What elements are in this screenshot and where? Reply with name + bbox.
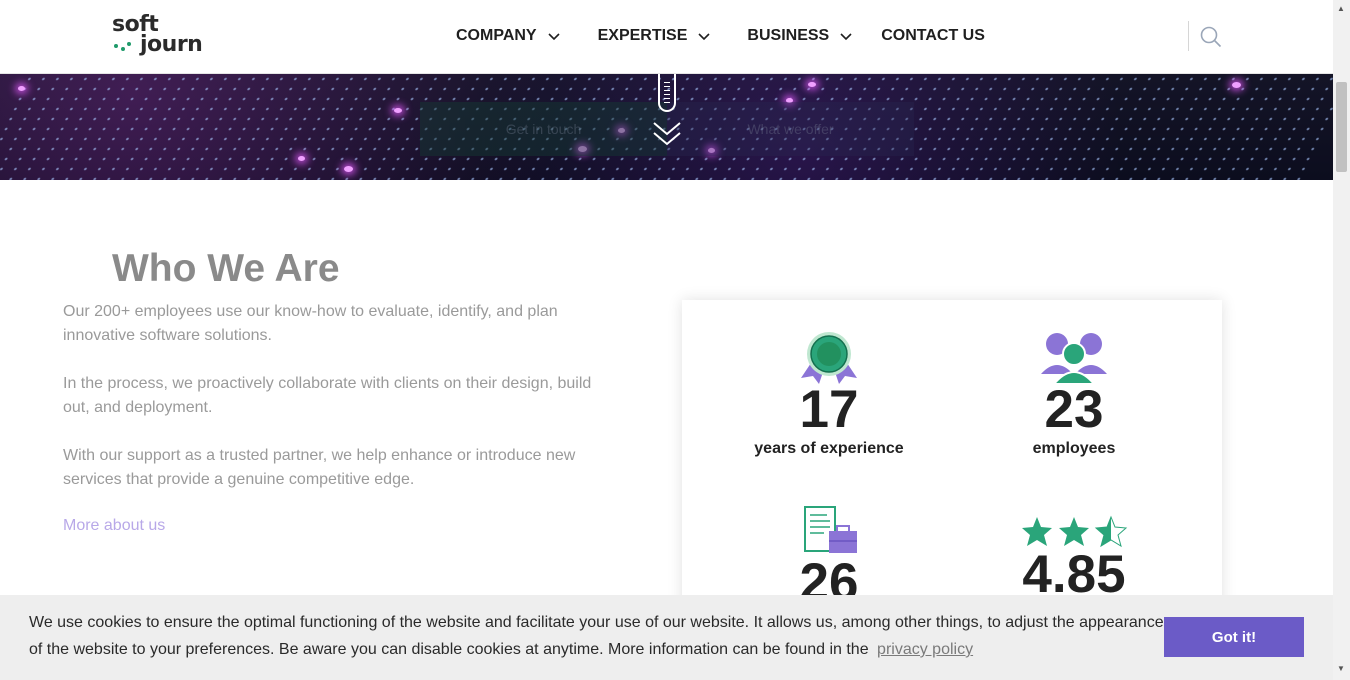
more-about-us-link[interactable]: More about us	[63, 517, 165, 535]
privacy-policy-link[interactable]: privacy policy	[877, 641, 973, 658]
rating-stars-icon	[1022, 515, 1128, 548]
nav-item-expertise[interactable]: EXPERTISE	[598, 26, 711, 46]
stat-number: 17	[799, 380, 859, 439]
nav-item-company[interactable]: COMPANY	[456, 26, 560, 46]
site-header: soft journ COMPANY EXPERTISE BUSINESS CO…	[0, 0, 1333, 74]
stat-number: 4.85	[1022, 545, 1126, 604]
cookie-banner: We use cookies to ensure the optimal fun…	[0, 595, 1333, 680]
stats-card: 17 years of experience 23 employees 26 4…	[682, 300, 1222, 620]
stat-label: years of experience	[754, 440, 904, 457]
chevron-down-icon	[840, 33, 852, 41]
cookie-text: We use cookies to ensure the optimal fun…	[29, 614, 1164, 658]
section-title: Who We Are	[112, 247, 340, 290]
cookie-message: We use cookies to ensure the optimal fun…	[29, 609, 1179, 663]
stat-employees: 23 employees	[974, 330, 1174, 458]
stat-number: 23	[1044, 380, 1104, 439]
nav-label: COMPANY	[456, 27, 537, 44]
scrollbar-thumb[interactable]	[1336, 82, 1347, 172]
hero-glow-dot	[298, 156, 305, 161]
page-scrollbar[interactable]: ▲ ▼	[1333, 0, 1350, 680]
hero-glow-dot	[344, 166, 353, 172]
hero-glow-dot	[808, 82, 816, 87]
cta-label: Get in touch	[505, 121, 582, 137]
nav-label: CONTACT US	[881, 27, 985, 44]
nav-label: BUSINESS	[747, 27, 830, 44]
nav-label: EXPERTISE	[597, 27, 688, 44]
hero-glow-dot	[18, 86, 25, 91]
about-paragraph: With our support as a trusted partner, w…	[63, 447, 576, 488]
logo-dot	[121, 47, 125, 51]
main-nav: COMPANY EXPERTISE BUSINESS CONTACT US	[456, 26, 985, 46]
nav-item-contact-us[interactable]: CONTACT US	[881, 26, 985, 46]
document-briefcase-icon	[804, 506, 857, 553]
stat-rating: 4.85	[974, 515, 1174, 601]
about-paragraph: In the process, we proactively collabora…	[63, 375, 592, 416]
nav-item-business[interactable]: BUSINESS	[747, 26, 852, 46]
scroll-down-arrow-icon[interactable]: ▼	[1337, 664, 1345, 673]
chevron-down-icon	[548, 33, 560, 41]
double-chevron-down-icon[interactable]	[651, 120, 683, 148]
hero-banner: Get in touch What we offer	[0, 74, 1333, 180]
accept-cookies-button[interactable]: Got it!	[1164, 617, 1304, 657]
hero-glow-dot	[1232, 82, 1241, 88]
search-divider	[1188, 21, 1189, 51]
stat-label: employees	[1032, 440, 1116, 457]
scroll-up-arrow-icon[interactable]: ▲	[1337, 4, 1345, 13]
team-people-icon	[1041, 333, 1107, 384]
logo-text-bottom: journ	[140, 32, 203, 57]
award-ribbon-icon	[801, 332, 857, 384]
search-icon[interactable]	[1199, 25, 1223, 49]
logo-dot	[127, 42, 131, 46]
about-paragraph: Our 200+ employees use our know-how to e…	[63, 303, 558, 344]
scroll-mouse-icon	[658, 74, 676, 112]
chevron-down-icon	[698, 33, 710, 41]
cta-label: What we offer	[747, 121, 834, 137]
logo-dot	[114, 44, 118, 48]
get-in-touch-button[interactable]: Get in touch	[420, 102, 667, 156]
what-we-offer-button[interactable]: What we offer	[667, 102, 914, 156]
stat-projects: 26	[729, 505, 929, 609]
hero-glow-dot	[394, 108, 402, 113]
softjourn-logo[interactable]: soft journ	[112, 14, 203, 62]
stat-years: 17 years of experience	[729, 330, 929, 458]
